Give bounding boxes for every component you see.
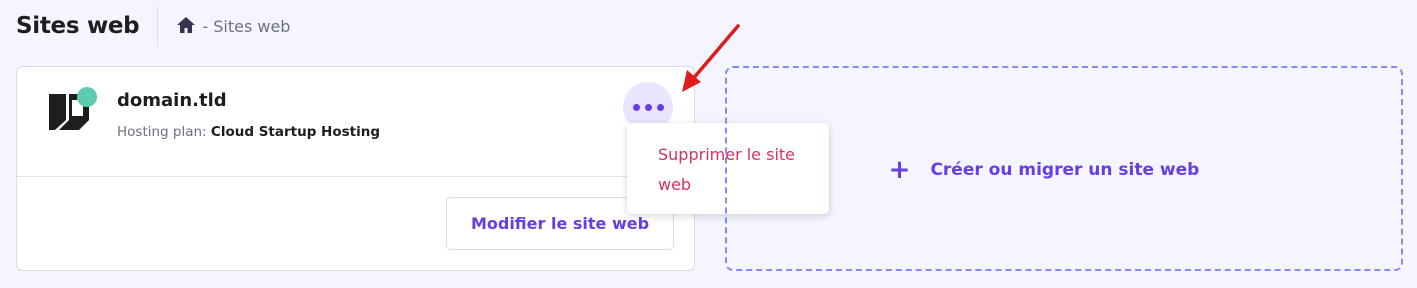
site-domain[interactable]: domain.tld xyxy=(117,90,227,111)
breadcrumb-current: - Sites web xyxy=(202,16,291,36)
annotation-arrow-icon xyxy=(682,24,740,92)
breadcrumb: - Sites web xyxy=(176,17,290,36)
create-website-card[interactable]: + Créer ou migrer un site web xyxy=(725,66,1403,271)
page-title: Sites web xyxy=(16,13,140,39)
plus-icon: + xyxy=(888,154,911,185)
website-card-header: domain.tld Hosting plan: Cloud Startup H… xyxy=(17,67,694,177)
create-website-label: Créer ou migrer un site web xyxy=(930,159,1200,180)
more-dot xyxy=(656,103,664,111)
more-dot xyxy=(644,103,652,111)
header-divider xyxy=(157,6,159,46)
more-horizontal-icon xyxy=(632,103,640,111)
website-card: domain.tld Hosting plan: Cloud Startup H… xyxy=(16,66,695,271)
page-header: Sites web - Sites web xyxy=(16,6,290,46)
plan-value: Cloud Startup Hosting xyxy=(210,124,381,140)
plan-label: Hosting plan: xyxy=(117,124,207,140)
home-icon[interactable] xyxy=(176,16,196,34)
status-indicator-icon xyxy=(77,87,97,107)
create-website-content: + Créer ou migrer un site web xyxy=(889,157,1200,183)
site-plan: Hosting plan: Cloud Startup Hosting xyxy=(117,124,380,140)
site-logo xyxy=(49,87,97,130)
